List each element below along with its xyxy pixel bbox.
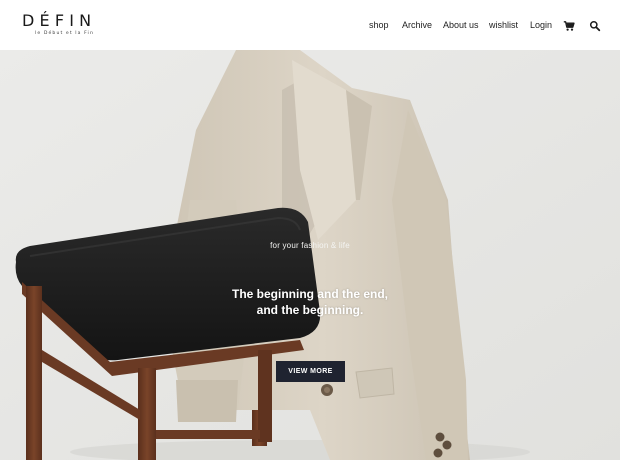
cart-icon[interactable]: [563, 19, 575, 31]
nav-about-us[interactable]: About us: [443, 18, 479, 32]
nav-login[interactable]: Login: [530, 18, 552, 32]
nav-archive[interactable]: Archive: [402, 18, 432, 32]
view-more-button[interactable]: VIEW MORE: [276, 361, 345, 382]
site-header: DÉFIN le Début et la Fin shop Archive Ab…: [0, 0, 620, 50]
main-nav: shop Archive About us wishlist Login: [0, 18, 620, 32]
nav-wishlist[interactable]: wishlist: [489, 18, 518, 32]
hero-banner: for your fashion & life The beginning an…: [0, 50, 620, 460]
hero-image: [0, 50, 620, 460]
search-icon[interactable]: [589, 19, 601, 32]
nav-shop[interactable]: shop: [369, 18, 389, 32]
